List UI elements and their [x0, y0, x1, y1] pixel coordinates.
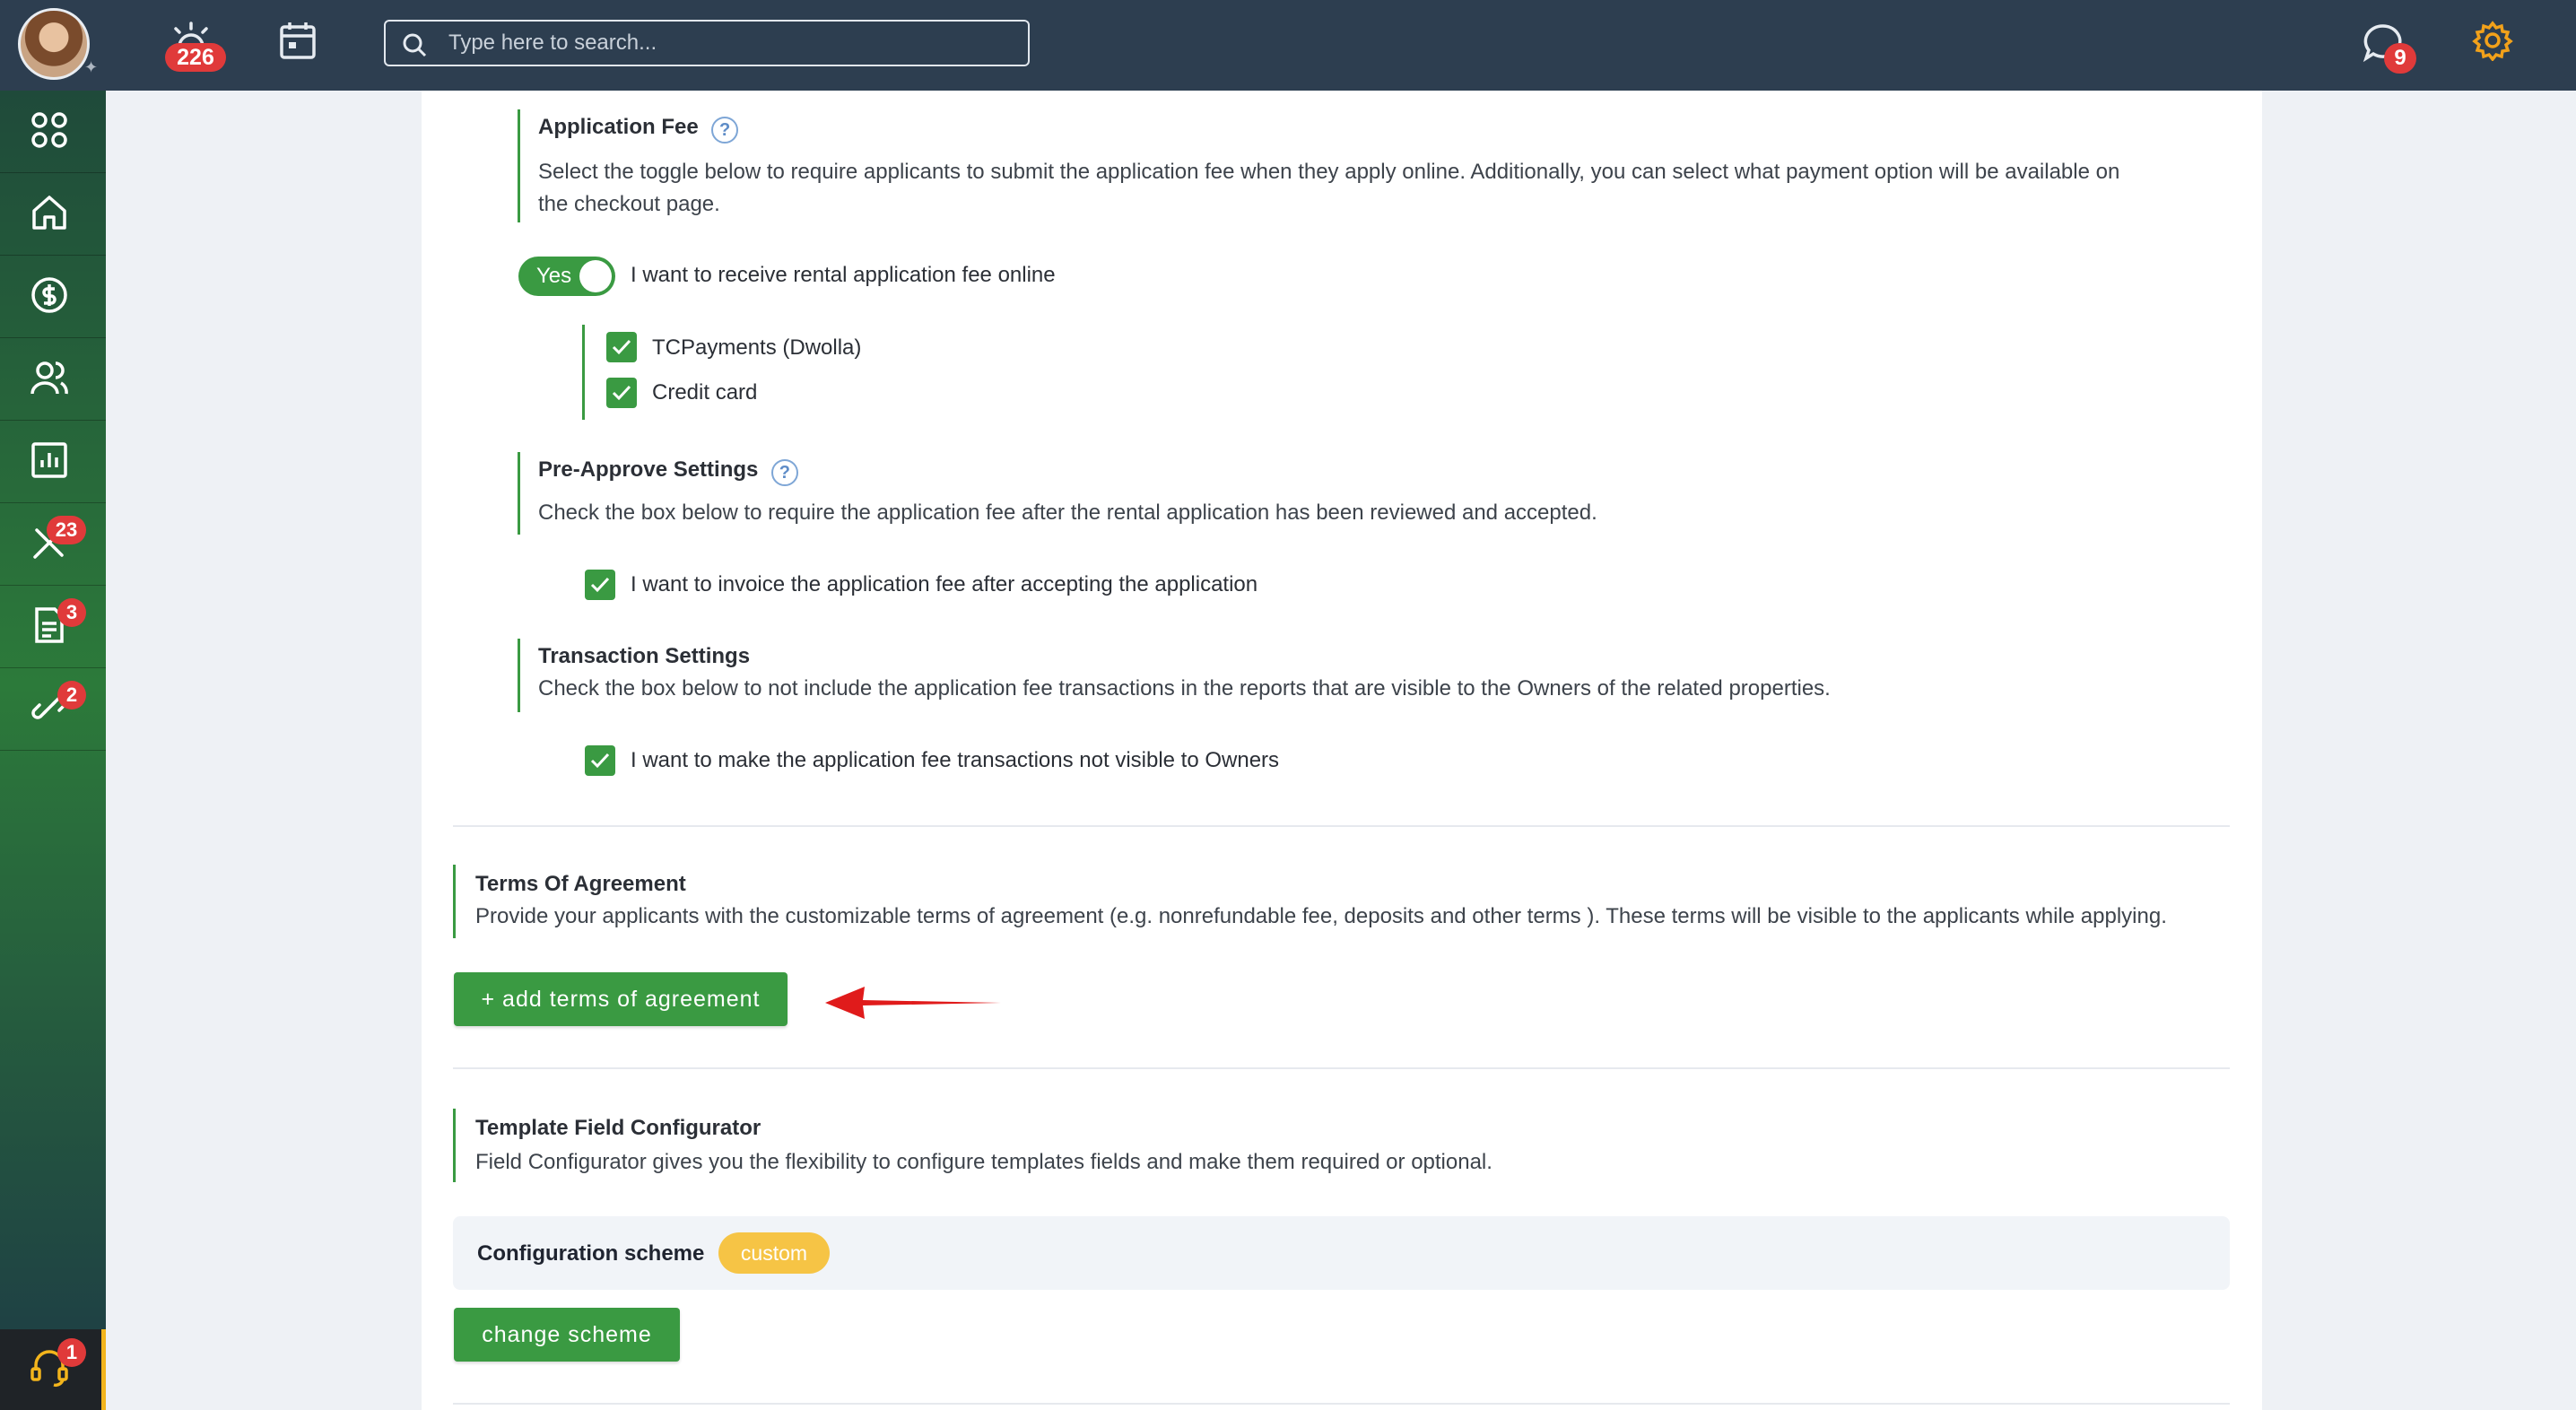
chat-badge: 9 [2384, 43, 2416, 74]
search-icon [403, 33, 427, 57]
terms-title: Terms Of Agreement [475, 872, 686, 896]
application-fee-description-1: Select the toggle below to require appli… [538, 159, 2120, 184]
help-icon[interactable]: ? [711, 116, 739, 144]
sidebar-item-maintenance[interactable]: 23 [0, 503, 106, 586]
payment-options-group [582, 325, 591, 420]
links-badge: 2 [57, 681, 86, 709]
transaction-settings-description: Check the box below to not include the a… [538, 676, 1831, 701]
help-icon[interactable]: ? [770, 458, 798, 486]
section-divider [453, 1067, 2230, 1069]
credit-card-checkbox[interactable] [606, 378, 637, 408]
scheme-badge: custom [718, 1232, 830, 1274]
template-description: Field Configurator gives you the flexibi… [475, 1150, 1493, 1174]
template-section: Template Field Configurator Field Config… [453, 1109, 2230, 1182]
transaction-settings-title: Transaction Settings [538, 644, 751, 668]
alarm-badge: 226 [165, 43, 226, 72]
sidebar-item-links[interactable]: 2 [0, 668, 106, 751]
application-fee-section: Application Fee ? Select the toggle belo… [518, 109, 2222, 222]
pointer-arrow [825, 987, 1001, 1019]
sidebar: 23 3 2 1 [0, 91, 106, 1410]
sidebar-item-home[interactable] [0, 173, 106, 256]
section-divider [453, 825, 2230, 827]
hide-from-owners-checkbox[interactable] [585, 745, 615, 776]
check-icon [590, 577, 610, 593]
documents-badge: 3 [57, 598, 86, 627]
pre-approve-title: Pre-Approve Settings [538, 457, 759, 482]
dollar-icon [31, 277, 67, 313]
sidebar-item-dashboard[interactable] [0, 91, 106, 173]
calendar-icon[interactable] [278, 20, 318, 61]
tcpayments-label: TCPayments (Dwolla) [652, 335, 862, 360]
sidebar-item-payments[interactable] [0, 256, 106, 338]
check-icon [612, 339, 631, 355]
pre-approve-description: Check the box below to require the appli… [538, 500, 1597, 525]
pre-approve-section: Pre-Approve Settings ? Check the box bel… [518, 452, 2222, 535]
check-icon [612, 385, 631, 401]
add-terms-button[interactable]: + add terms of agreement [454, 972, 788, 1026]
terms-description: Provide your applicants with the customi… [475, 904, 2167, 928]
sidebar-item-documents[interactable]: 3 [0, 586, 106, 668]
chart-icon [31, 442, 67, 478]
configuration-scheme-box: Configuration scheme custom [453, 1216, 2230, 1290]
toggle-knob [579, 260, 612, 292]
section-divider [453, 1403, 2230, 1405]
sidebar-item-people[interactable] [0, 338, 106, 421]
application-fee-description-2: the checkout page. [538, 191, 720, 216]
terms-section: Terms Of Agreement Provide your applican… [453, 865, 2230, 938]
pin-icon: ✦ [84, 58, 99, 76]
hide-from-owners-label: I want to make the application fee trans… [631, 748, 1280, 772]
gear-icon[interactable] [2472, 20, 2513, 62]
online-fee-toggle-text: I want to receive rental application fee… [631, 263, 1056, 287]
grid-icon [31, 112, 67, 148]
change-scheme-button[interactable]: change scheme [454, 1308, 680, 1362]
home-icon [32, 196, 66, 230]
check-icon [590, 753, 610, 769]
credit-card-label: Credit card [652, 380, 758, 405]
user-avatar[interactable] [18, 8, 90, 80]
tcpayments-checkbox[interactable] [606, 332, 637, 362]
template-title: Template Field Configurator [475, 1116, 761, 1140]
invoice-after-accept-label: I want to invoice the application fee af… [631, 572, 1258, 596]
top-bar: ✦ 226 9 [0, 0, 2576, 91]
sidebar-item-reports[interactable] [0, 421, 106, 503]
toggle-label: Yes [536, 264, 572, 288]
invoice-after-accept-checkbox[interactable] [585, 570, 615, 600]
search-box[interactable] [384, 20, 1030, 66]
support-button[interactable]: 1 [0, 1329, 106, 1410]
support-badge: 1 [57, 1338, 86, 1367]
search-input[interactable] [448, 29, 1005, 57]
users-icon [30, 361, 68, 395]
maintenance-badge: 23 [47, 516, 86, 544]
online-fee-toggle[interactable]: Yes [518, 257, 615, 296]
transaction-settings-section: Transaction Settings Check the box below… [518, 639, 2222, 712]
configuration-scheme-label: Configuration scheme [477, 1241, 705, 1266]
application-fee-title: Application Fee [538, 115, 699, 139]
